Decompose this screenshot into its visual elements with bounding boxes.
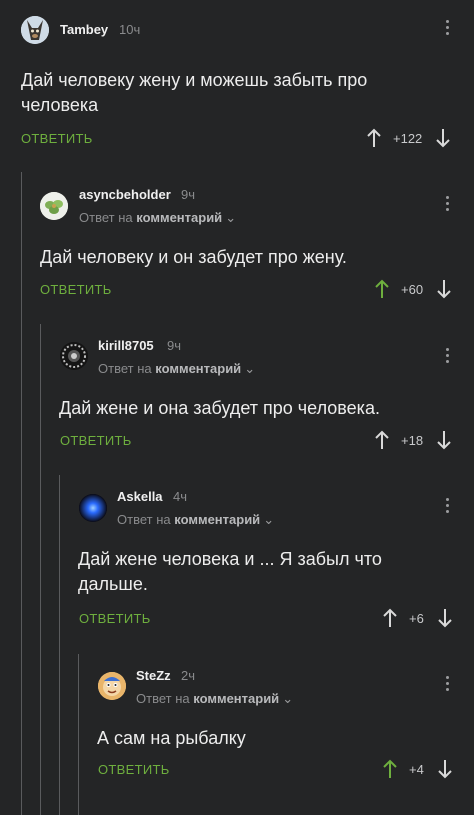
plant-avatar-icon[interactable] bbox=[40, 192, 68, 220]
thread-line bbox=[21, 172, 22, 815]
more-options-icon[interactable] bbox=[446, 196, 450, 211]
badge-avatar-icon[interactable] bbox=[60, 342, 88, 370]
chevron-down-icon: ⌄ bbox=[225, 210, 237, 225]
more-options-icon[interactable] bbox=[446, 676, 450, 691]
comment-text: А сам на рыбалку bbox=[97, 728, 246, 748]
timestamp: 9ч bbox=[167, 338, 182, 353]
reply-to-link[interactable]: Ответ на комментарий ⌄ bbox=[79, 210, 236, 226]
comment-text: Дай человеку и он забудет про жену. bbox=[40, 247, 347, 267]
username[interactable]: SteZz bbox=[136, 668, 171, 683]
downvote-arrow-icon[interactable] bbox=[436, 759, 454, 779]
rating-count: +18 bbox=[401, 432, 424, 448]
chevron-down-icon: ⌄ bbox=[282, 691, 294, 706]
reply-button[interactable]: ОТВЕТИТЬ bbox=[98, 762, 170, 777]
timestamp: 10ч bbox=[119, 22, 141, 37]
downvote-arrow-icon[interactable] bbox=[435, 430, 453, 450]
more-options-icon[interactable] bbox=[446, 348, 450, 363]
reply-button[interactable]: ОТВЕТИТЬ bbox=[79, 611, 151, 626]
upvote-arrow-icon[interactable] bbox=[373, 430, 391, 450]
comment-text: Дай человеку жену и можешь забыть про че… bbox=[21, 70, 368, 115]
rating-count: +122 bbox=[393, 130, 423, 146]
timestamp: 4ч bbox=[173, 489, 188, 504]
comment-text: Дай жене человека и ... Я забыл что даль… bbox=[78, 549, 382, 594]
upvote-arrow-icon[interactable] bbox=[381, 759, 399, 779]
more-options-icon[interactable] bbox=[446, 20, 450, 35]
reply-button[interactable]: ОТВЕТИТЬ bbox=[21, 131, 93, 146]
rating-count: +4 bbox=[409, 761, 424, 777]
downvote-arrow-icon[interactable] bbox=[434, 128, 452, 148]
blue-glow-avatar-icon[interactable] bbox=[79, 494, 107, 522]
thread-line bbox=[78, 654, 79, 815]
username[interactable]: kirill8705 bbox=[98, 338, 154, 353]
chevron-down-icon: ⌄ bbox=[263, 512, 275, 527]
reply-to-link[interactable]: Ответ на комментарий ⌄ bbox=[117, 512, 274, 528]
downvote-arrow-icon[interactable] bbox=[435, 279, 453, 299]
reply-button[interactable]: ОТВЕТИТЬ bbox=[60, 433, 132, 448]
upvote-arrow-icon[interactable] bbox=[381, 608, 399, 628]
vote-controls: +18 bbox=[373, 430, 453, 450]
reply-to-link[interactable]: Ответ на комментарий ⌄ bbox=[98, 361, 255, 377]
vote-controls: +6 bbox=[381, 608, 454, 628]
thread-line bbox=[40, 324, 41, 815]
thread-line bbox=[59, 475, 60, 815]
chevron-down-icon: ⌄ bbox=[244, 361, 256, 376]
reply-to-link[interactable]: Ответ на комментарий ⌄ bbox=[136, 691, 293, 707]
rating-count: +60 bbox=[401, 281, 424, 297]
vote-controls: +122 bbox=[365, 128, 452, 148]
upvote-arrow-icon[interactable] bbox=[373, 279, 391, 299]
cartoon-avatar-icon[interactable] bbox=[98, 672, 126, 700]
rating-count: +6 bbox=[409, 610, 424, 626]
vote-controls: +4 bbox=[381, 759, 454, 779]
more-options-icon[interactable] bbox=[446, 498, 450, 513]
comment-text: Дай жене и она забудет про человека. bbox=[59, 398, 380, 418]
timestamp: 2ч bbox=[181, 668, 196, 683]
upvote-arrow-icon[interactable] bbox=[365, 128, 383, 148]
timestamp: 9ч bbox=[181, 187, 196, 202]
downvote-arrow-icon[interactable] bbox=[436, 608, 454, 628]
username[interactable]: Tambey bbox=[60, 22, 108, 37]
dog-avatar-icon[interactable] bbox=[21, 16, 49, 44]
reply-button[interactable]: ОТВЕТИТЬ bbox=[40, 282, 112, 297]
username[interactable]: Askella bbox=[117, 489, 163, 504]
vote-controls: +60 bbox=[373, 279, 453, 299]
username[interactable]: asyncbeholder bbox=[79, 187, 171, 202]
